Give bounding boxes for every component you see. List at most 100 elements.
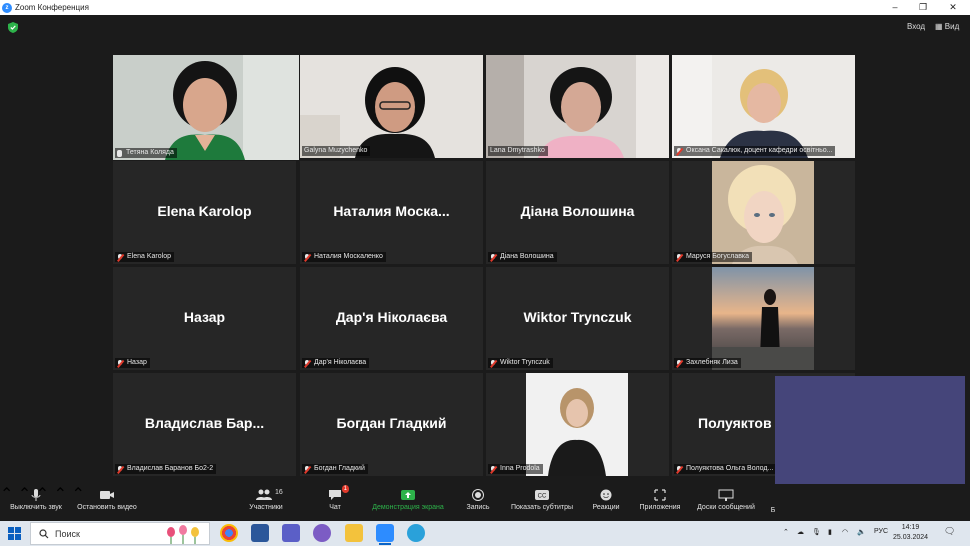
mic-muted-icon bbox=[676, 147, 682, 155]
view-label: Вид bbox=[944, 22, 960, 31]
more-button[interactable]: Б bbox=[768, 507, 778, 514]
more-label: Б bbox=[770, 507, 776, 514]
mute-button[interactable]: Выключить звук bbox=[6, 489, 66, 511]
meeting-top-bar: Вход ▦ Вид bbox=[0, 15, 970, 41]
word-app-icon[interactable] bbox=[251, 524, 269, 542]
language-indicator[interactable]: РУС bbox=[874, 528, 888, 535]
chat-icon: 1 bbox=[327, 485, 349, 501]
notifications-icon[interactable]: 🗨 bbox=[944, 526, 955, 537]
participant-name-label: Тетяна Коляда bbox=[115, 148, 177, 158]
participant-tile[interactable]: Наталия Моска... Наталия Москаленко bbox=[300, 161, 483, 264]
reactions-button[interactable]: Реакции bbox=[588, 489, 624, 511]
participant-tile[interactable]: Elena Karolop Elena Karolop bbox=[113, 161, 296, 264]
viber-app-icon[interactable] bbox=[313, 524, 331, 542]
mic-muted-icon bbox=[304, 253, 310, 261]
mic-muted-icon bbox=[676, 465, 682, 473]
participant-tile[interactable]: Inna Prodola bbox=[486, 373, 669, 476]
participant-tile[interactable]: Захлебняк Лиза bbox=[672, 267, 855, 370]
chat-button[interactable]: 1 Чат bbox=[320, 485, 350, 511]
minimize-button[interactable]: – bbox=[880, 0, 910, 15]
participant-name-label: Захлебняк Лиза bbox=[674, 358, 741, 368]
participant-tile[interactable]: Тетяна Коляда bbox=[113, 55, 299, 160]
participant-name-label: Полуяктова Ольга Волод... bbox=[674, 464, 777, 474]
mic-on-icon bbox=[117, 149, 122, 157]
captions-button[interactable]: CC Показать субтитры bbox=[506, 489, 578, 511]
participant-tile[interactable]: Lana Dmytrashko bbox=[486, 55, 669, 158]
participants-count: 16 bbox=[275, 489, 283, 496]
participant-tile[interactable]: Оксана Сакалюк, доцент кафедри освітньо.… bbox=[672, 55, 855, 158]
mute-label: Выключить звук bbox=[10, 504, 62, 511]
meeting-toolbar: Выключить звук ⌃ Остановить видео ⌃ 16 У… bbox=[0, 484, 970, 520]
closed-captions-icon: CC bbox=[535, 490, 549, 500]
participant-tile[interactable]: Богдан Гладкий Богдан Гладкий bbox=[300, 373, 483, 476]
teams-app-icon[interactable] bbox=[282, 524, 300, 542]
file-explorer-icon[interactable] bbox=[345, 524, 363, 542]
participant-display-name: Elena Karolop bbox=[157, 203, 252, 219]
volume-icon[interactable]: 🔈 bbox=[857, 528, 866, 536]
participant-name-label: Lana Dmytrashko bbox=[488, 146, 548, 156]
zoom-taskbar-icon[interactable] bbox=[376, 524, 394, 545]
tray-chevron-icon[interactable]: ⌃ bbox=[783, 528, 789, 536]
person-video-image bbox=[113, 55, 299, 160]
participant-tile[interactable]: Владислав Бар... Владислав Баранов Бо2-2 bbox=[113, 373, 296, 476]
share-screen-button[interactable]: Демонстрация экрана bbox=[366, 489, 450, 511]
chat-unread-badge: 1 bbox=[341, 485, 349, 493]
participant-tile[interactable]: Діана Волошина Діана Волошина bbox=[486, 161, 669, 264]
telegram-app-icon[interactable] bbox=[407, 524, 425, 542]
apps-button[interactable]: Приложения bbox=[634, 489, 686, 511]
shield-icon[interactable] bbox=[8, 22, 18, 33]
clock-date: 25.03.2024 bbox=[893, 534, 929, 541]
zoom-window: z Zoom Конференция – ❐ ✕ Вход ▦ Вид Тетя… bbox=[0, 0, 970, 546]
windows-taskbar: Поиск ⌃ ☁ 🎙 ▮ ◠ 🔈 РУС 14:19 25.03.2024 🗨 bbox=[0, 521, 970, 546]
network-icon[interactable]: ▮ bbox=[828, 528, 832, 536]
participant-display-name: Наталия Моска... bbox=[333, 203, 450, 219]
participant-display-name: Wiktor Trynczuk bbox=[523, 309, 632, 325]
participant-name: Lana Dmytrashko bbox=[490, 147, 545, 154]
maximize-button[interactable]: ❐ bbox=[908, 0, 938, 15]
participant-name-label: Wiktor Trynczuk bbox=[488, 358, 553, 368]
participants-button[interactable]: 16 Участники bbox=[246, 489, 286, 511]
view-grid-icon: ▦ bbox=[935, 22, 943, 31]
svg-text:CC: CC bbox=[538, 494, 547, 500]
participant-tile[interactable]: Дар'я Ніколаєва Дар'я Ніколаєва bbox=[300, 267, 483, 370]
mic-muted-icon bbox=[117, 465, 123, 473]
participant-tile[interactable]: Wiktor Trynczuk Wiktor Trynczuk bbox=[486, 267, 669, 370]
mic-muted-icon bbox=[676, 359, 682, 367]
person-video-image bbox=[486, 55, 669, 158]
taskbar-clock[interactable]: 14:19 25.03.2024 bbox=[893, 523, 928, 543]
person-video-image bbox=[300, 55, 483, 158]
whiteboard-icon bbox=[718, 489, 734, 501]
stop-video-button[interactable]: Остановить видео bbox=[73, 489, 141, 511]
mic-muted-icon bbox=[490, 359, 496, 367]
participant-name: Тетяна Коляда bbox=[126, 149, 174, 156]
participant-name-label: Владислав Баранов Бо2-2 bbox=[115, 464, 217, 474]
windows-start-icon[interactable] bbox=[8, 527, 21, 540]
participant-tile[interactable]: Маруся Богуславка bbox=[672, 161, 855, 264]
chrome-app-icon[interactable] bbox=[220, 524, 238, 542]
taskbar-search-input[interactable]: Поиск bbox=[30, 522, 210, 545]
whiteboards-label: Доски сообщений bbox=[697, 504, 755, 511]
participant-name-label: Богдан Гладкий bbox=[302, 464, 368, 474]
onedrive-icon[interactable]: ☁ bbox=[797, 528, 804, 536]
participant-name-label: Galyna Muzychenko bbox=[302, 146, 371, 156]
avatar-photo bbox=[712, 267, 814, 370]
share-screen-label: Демонстрация экрана bbox=[372, 504, 444, 511]
participant-name: Богдан Гладкий bbox=[314, 465, 365, 472]
record-button[interactable]: Запись bbox=[462, 489, 494, 511]
view-button[interactable]: ▦ Вид bbox=[935, 22, 959, 31]
close-button[interactable]: ✕ bbox=[938, 0, 968, 15]
whiteboards-button[interactable]: Доски сообщений bbox=[691, 489, 761, 511]
participant-name-label: Inna Prodola bbox=[488, 464, 543, 474]
zoom-app-icon: z bbox=[2, 2, 12, 13]
mic-muted-icon bbox=[304, 465, 310, 473]
microphone-tray-icon[interactable]: 🎙 bbox=[812, 528, 821, 536]
exit-fullscreen-button[interactable]: Вход bbox=[907, 22, 925, 31]
participant-name-label: Наталия Москаленко bbox=[302, 252, 386, 262]
participant-tile[interactable]: Galyna Muzychenko bbox=[300, 55, 483, 158]
avatar-photo bbox=[526, 373, 628, 476]
apps-icon bbox=[654, 489, 666, 501]
wifi-icon[interactable]: ◠ bbox=[842, 528, 848, 536]
participant-name-label: Назар bbox=[115, 358, 150, 368]
participant-tile[interactable]: Назар Назар bbox=[113, 267, 296, 370]
participants-icon: 16 bbox=[251, 489, 283, 501]
